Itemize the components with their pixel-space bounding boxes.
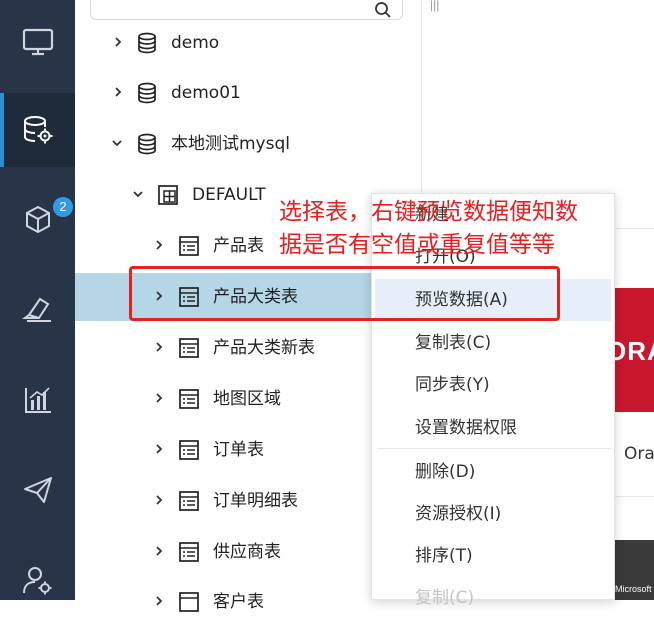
menu-item-delete[interactable]: 删除(D) xyxy=(372,451,614,493)
search-box[interactable] xyxy=(90,0,403,21)
menu-item-resource-auth[interactable]: 资源授权(I) xyxy=(372,493,614,535)
tree-item-label: 供应商表 xyxy=(213,542,281,562)
table-icon xyxy=(179,236,199,256)
tree-item-demo[interactable]: demo xyxy=(75,19,421,67)
cube-icon xyxy=(25,205,50,234)
tree-item-label: 产品大类新表 xyxy=(213,338,315,358)
tree-item-label: demo xyxy=(171,33,220,53)
annotation-text: 选择表，右键预览数据便知数 据是否有空值或重复值等等 xyxy=(279,196,651,262)
eraser-icon xyxy=(21,297,51,322)
table-icon xyxy=(179,338,199,358)
oracle-logo-card[interactable]: ORA xyxy=(612,288,654,412)
menu-item-data-permission[interactable]: 设置数据权限 xyxy=(372,407,614,449)
tree-item-label: 订单表 xyxy=(213,440,264,460)
tree-item-label: 本地测试mysql xyxy=(171,134,290,154)
database-icon xyxy=(138,32,156,54)
tree-item-local-mysql[interactable]: 本地测试mysql xyxy=(75,120,421,168)
tree-item-table[interactable]: 订单表 xyxy=(75,426,421,474)
menu-separator xyxy=(377,448,611,449)
chevron-right-icon[interactable] xyxy=(153,239,165,251)
tree-item-label: DEFAULT xyxy=(192,185,266,205)
tree-item-label: 地图区域 xyxy=(213,389,281,409)
annotation-line-1: 选择表，右键预览数据便知数 xyxy=(279,199,578,225)
chevron-right-icon[interactable] xyxy=(112,86,124,98)
tree-item-table[interactable]: 地图区域 xyxy=(75,375,421,423)
sidebar-item-user-admin[interactable] xyxy=(0,543,75,617)
chevron-right-icon[interactable] xyxy=(153,595,165,607)
chevron-right-icon[interactable] xyxy=(153,443,165,455)
user-settings-icon xyxy=(22,567,51,595)
notification-badge: 2 xyxy=(53,197,73,217)
bar-chart-icon xyxy=(24,387,51,413)
search-icon[interactable] xyxy=(374,1,392,19)
oracle-logo-text: ORA xyxy=(612,336,654,366)
tree-item-table[interactable]: 客户表 xyxy=(75,578,421,626)
search-input[interactable] xyxy=(99,0,373,21)
annotation-highlight-box xyxy=(129,266,560,321)
microsoft-logo-card[interactable]: Microsoft xyxy=(612,540,654,600)
table-icon xyxy=(179,542,199,562)
chevron-right-icon[interactable] xyxy=(112,36,124,48)
tree-item-table[interactable]: 供应商表 xyxy=(75,528,421,576)
table-icon xyxy=(179,592,199,612)
chevron-down-icon[interactable] xyxy=(132,188,144,200)
chevron-right-icon[interactable] xyxy=(153,392,165,404)
menu-item-sort[interactable]: 排序(T) xyxy=(372,535,614,577)
table-icon xyxy=(179,491,199,511)
table-icon xyxy=(179,440,199,460)
schema-icon xyxy=(158,185,178,205)
menu-item-copy-table[interactable]: 复制表(C) xyxy=(372,322,614,364)
database-icon xyxy=(138,133,156,155)
sidebar-item-analysis[interactable] xyxy=(0,363,75,437)
tree-item-label: 客户表 xyxy=(213,592,264,612)
tree-item-label: 产品表 xyxy=(213,236,264,256)
tree-item-table[interactable]: 订单明细表 xyxy=(75,477,421,525)
database-settings-icon xyxy=(23,116,52,144)
divider xyxy=(612,496,654,497)
send-icon xyxy=(23,477,52,503)
monitor-icon xyxy=(22,28,53,56)
sidebar-item-clean[interactable] xyxy=(0,273,75,347)
chevron-right-icon[interactable] xyxy=(153,494,165,506)
toolbar-mark: ||| xyxy=(430,0,440,12)
chevron-right-icon[interactable] xyxy=(153,341,165,353)
menu-item-copy: 复制(C) xyxy=(415,588,475,608)
sidebar-item-publish[interactable] xyxy=(0,453,75,527)
tree-item-label: demo01 xyxy=(171,83,241,103)
sidebar-item-data-source[interactable] xyxy=(0,93,75,167)
datasource-card-label: Ora xyxy=(624,444,654,464)
tree-item-demo01[interactable]: demo01 xyxy=(75,69,421,117)
chevron-right-icon[interactable] xyxy=(153,545,165,557)
menu-item-sync-table[interactable]: 同步表(Y) xyxy=(372,364,614,406)
sidebar-item-models[interactable]: 2 xyxy=(0,183,75,257)
tree-item-label: 订单明细表 xyxy=(213,491,298,511)
table-icon xyxy=(179,389,199,409)
tree-item-table[interactable]: 产品大类新表 xyxy=(75,324,421,372)
microsoft-logo-text: Microsoft xyxy=(615,584,652,594)
database-icon xyxy=(138,82,156,104)
sidebar-item-monitor[interactable] xyxy=(0,5,75,79)
app-sidebar: 2 xyxy=(0,0,75,600)
chevron-down-icon[interactable] xyxy=(111,137,123,149)
annotation-line-2: 据是否有空值或重复值等等 xyxy=(279,232,555,258)
